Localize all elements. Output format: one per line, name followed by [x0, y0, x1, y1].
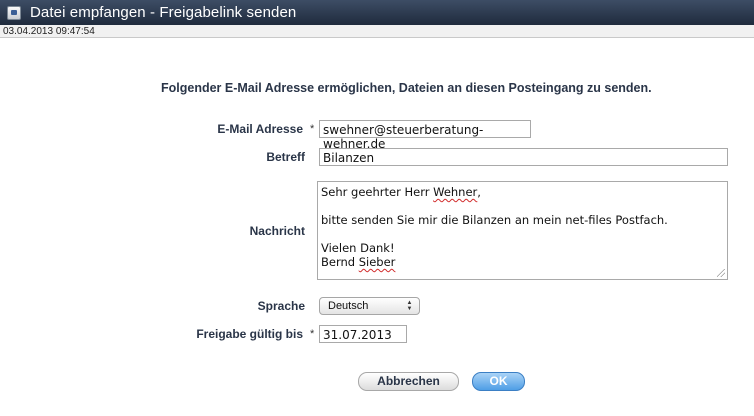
subject-label: Betreff [266, 150, 305, 164]
valid-until-field[interactable]: 31.07.2013 [319, 325, 407, 343]
message-line [321, 199, 724, 213]
window-title: Datei empfangen - Freigabelink senden [30, 4, 297, 21]
timestamp: 03.04.2013 09:47:54 [3, 26, 95, 37]
intro-text: Folgender E-Mail Adresse ermöglichen, Da… [161, 81, 652, 95]
message-greeting-end: , [477, 185, 481, 199]
message-line: Bernd Sieber [321, 255, 724, 269]
cancel-button[interactable]: Abbrechen [358, 372, 459, 391]
message-textarea[interactable]: Sehr geehrter Herr Wehner, bitte senden … [317, 181, 728, 280]
message-line [321, 227, 724, 241]
valid-until-required-marker: * [310, 328, 315, 340]
email-required-marker: * [310, 123, 315, 135]
timestamp-bar: 03.04.2013 09:47:54 [0, 25, 754, 38]
message-line: bitte senden Sie mir die Bilanzen an mei… [321, 213, 668, 227]
resize-grip[interactable] [717, 269, 725, 277]
window-titlebar: Datei empfangen - Freigabelink senden [0, 0, 754, 25]
message-greeting-name: Wehner [433, 185, 478, 199]
message-signature-last: Sieber [358, 255, 396, 269]
message-label: Nachricht [249, 224, 305, 238]
language-selected-value: Deutsch [328, 300, 369, 312]
app-window-icon [7, 5, 21, 20]
message-line: Sehr geehrter Herr Wehner, [321, 185, 724, 199]
ok-button[interactable]: OK [472, 372, 525, 391]
message-greeting-start: Sehr geehrter Herr [321, 185, 434, 199]
email-field[interactable]: swehner@steuerberatung-wehner.de [319, 120, 531, 151]
language-label: Sprache [257, 299, 305, 313]
message-signature-first: Bernd [321, 255, 359, 269]
language-select[interactable]: Deutsch ▲ ▼ [319, 297, 420, 315]
valid-until-label: Freigabe gültig bis [196, 327, 303, 341]
message-line: Vielen Dank! [321, 241, 395, 255]
subject-field[interactable]: Bilanzen [319, 148, 728, 166]
email-label: E-Mail Adresse [217, 122, 303, 136]
select-arrows-icon: ▲ ▼ [406, 300, 413, 312]
